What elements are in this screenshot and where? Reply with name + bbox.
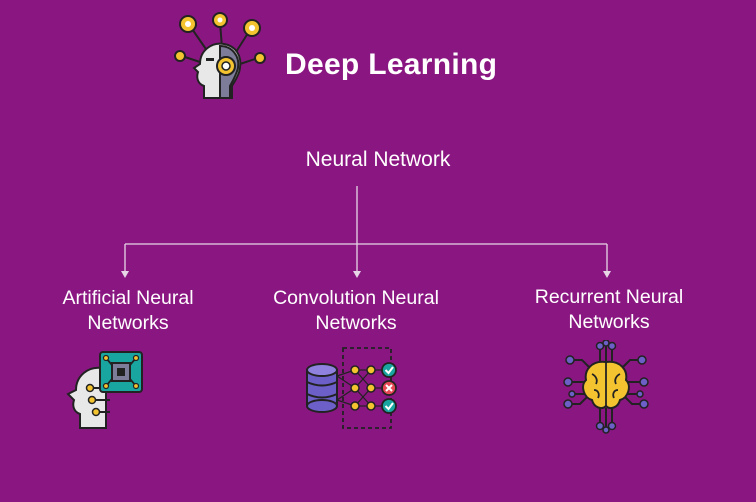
branch-cnn-line2: Networks [315, 312, 397, 334]
branch-ann-line2: Networks [87, 312, 169, 334]
deep-learning-logo [170, 12, 270, 102]
branch-rnn-line2: Networks [568, 311, 650, 333]
arrowhead-center [353, 271, 361, 278]
root-node-label: Neural Network [305, 148, 451, 171]
branch-cnn-label: Convolution Neural Networks [241, 286, 471, 336]
database-network-icon [303, 346, 401, 432]
branch-rnn-label: Recurrent Neural Networks [494, 285, 724, 335]
branch-rnn-line1: Recurrent Neural [534, 286, 684, 308]
arrowhead-right [603, 271, 611, 278]
arrowhead-left [121, 271, 129, 278]
ai-head-network-icon [174, 12, 266, 99]
branch-ann-label: Artificial Neural Networks [13, 286, 243, 336]
brain-circuit-icon [562, 340, 650, 434]
branch-ann-line1: Artificial Neural [62, 287, 194, 309]
branch-cnn-line1: Convolution Neural [273, 287, 439, 309]
ai-head-chip-icon [66, 348, 146, 430]
page-title: Deep Learning [285, 48, 498, 81]
